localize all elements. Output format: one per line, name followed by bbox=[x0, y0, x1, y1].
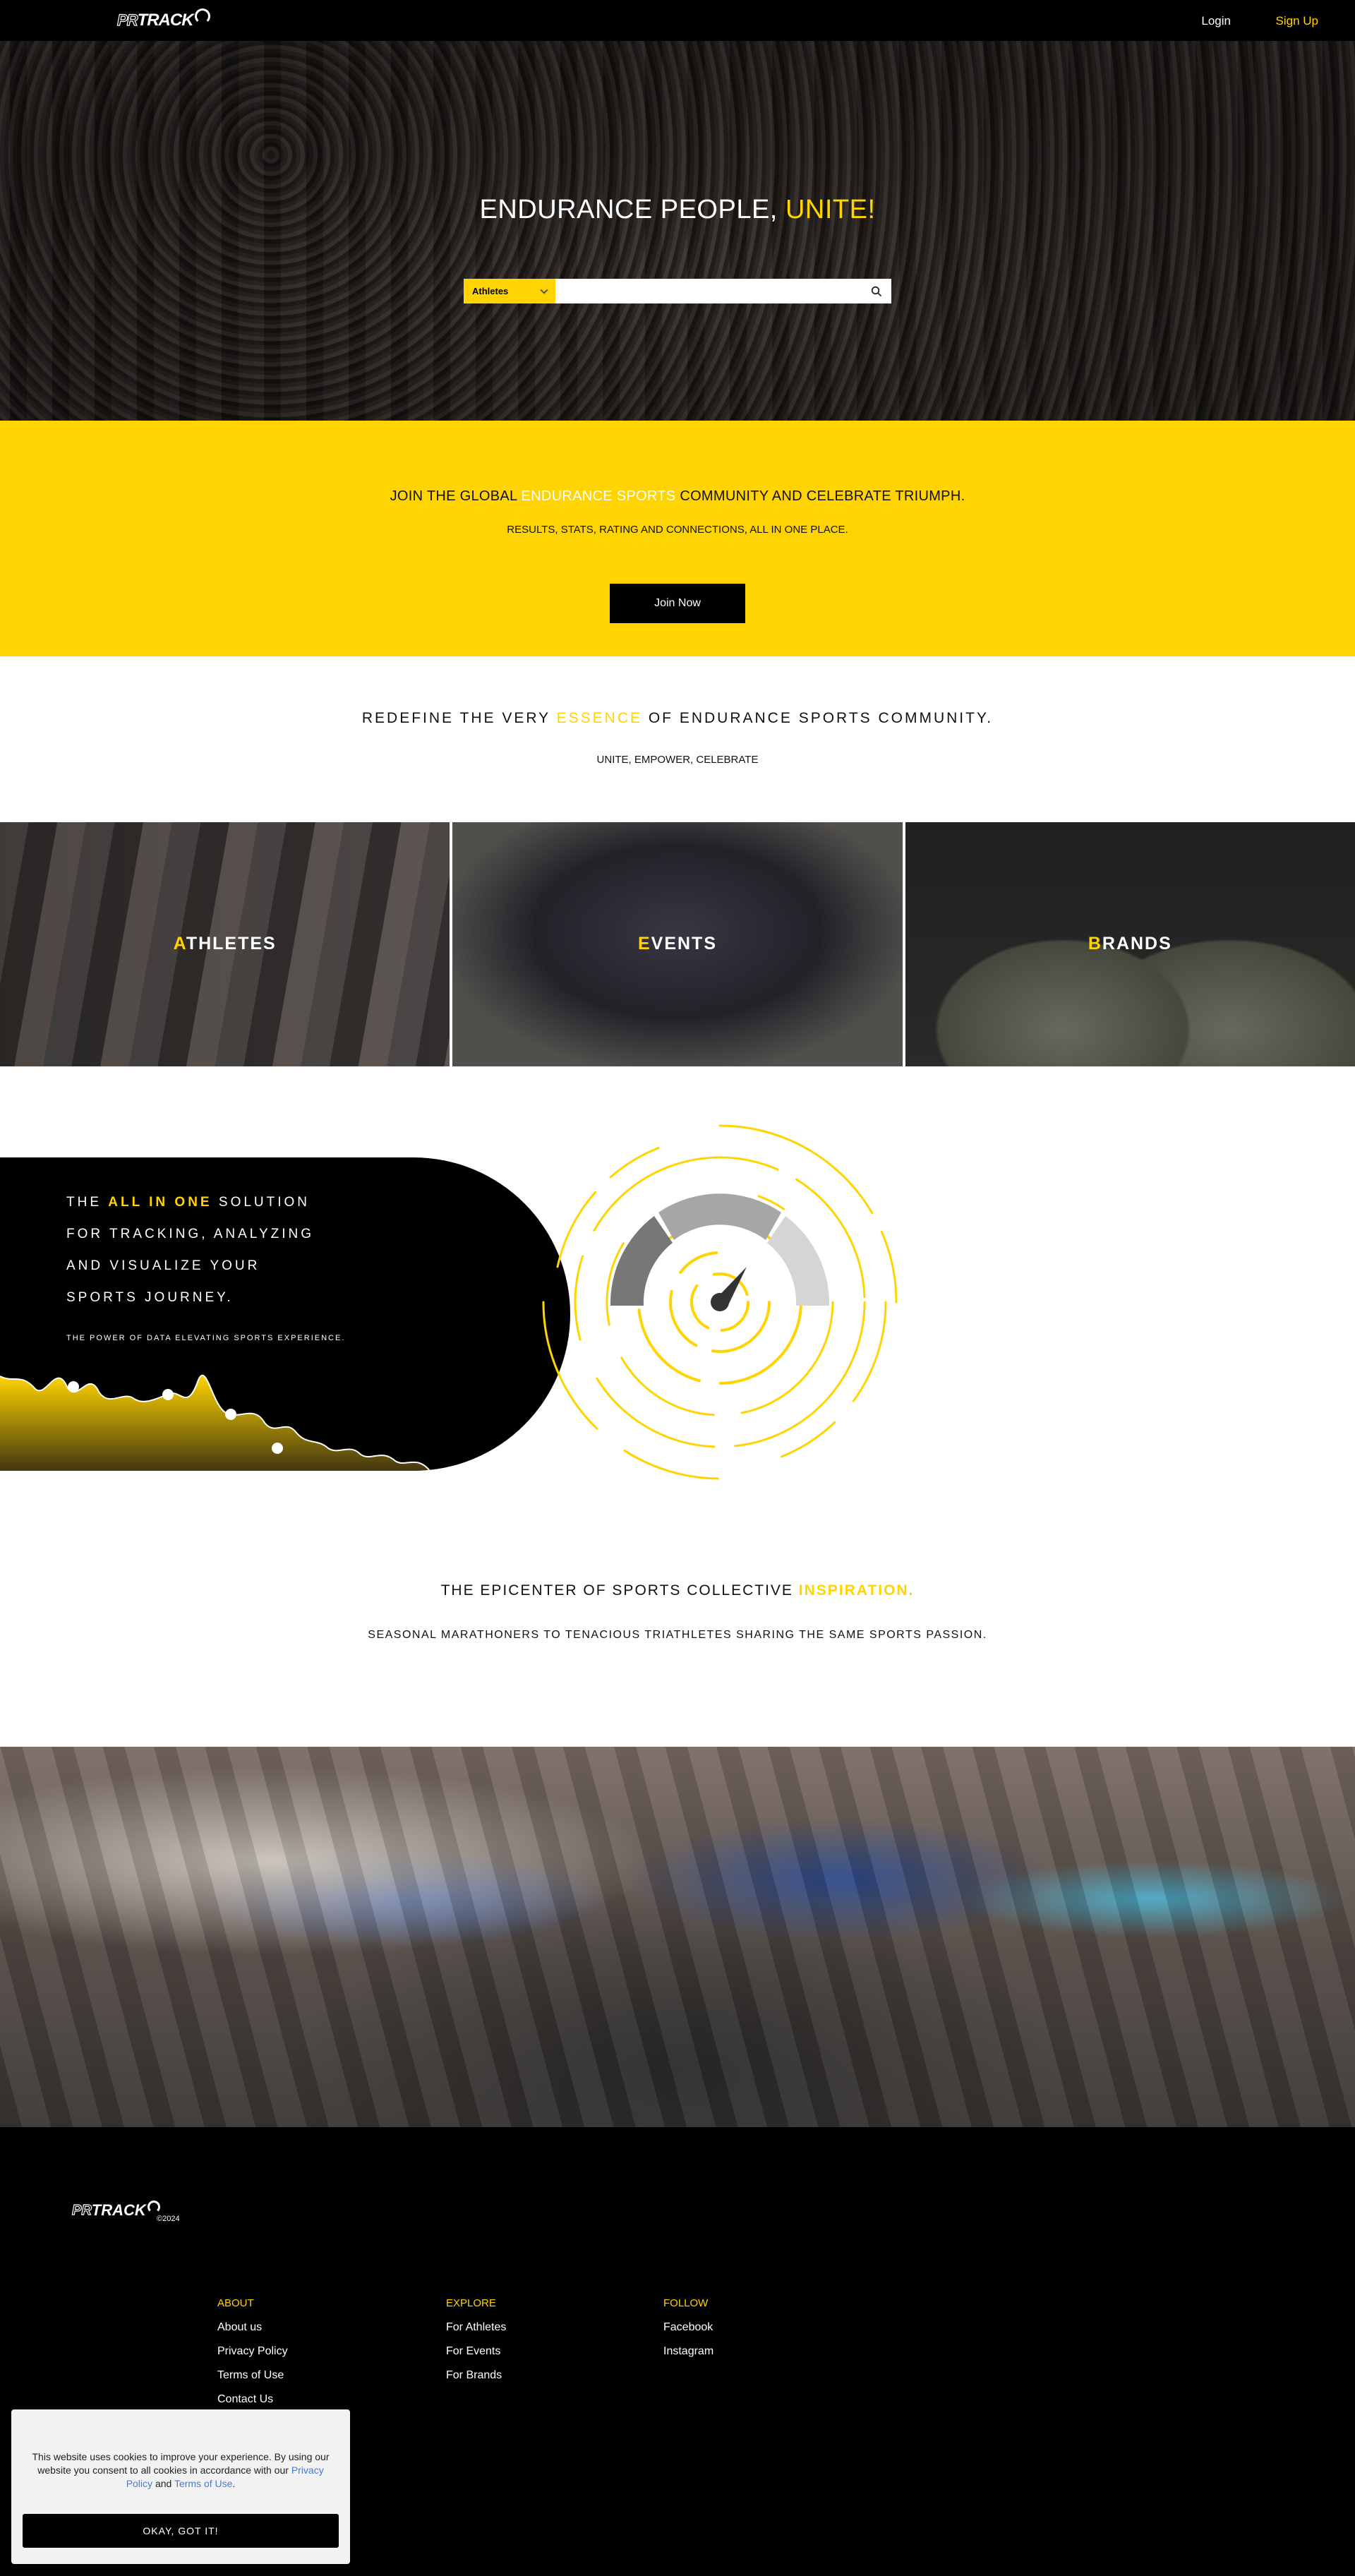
footer-heading-explore: EXPLORE bbox=[446, 2297, 496, 2309]
aio-line-1: THE ALL IN ONE SOLUTION bbox=[66, 1195, 310, 1210]
join-title: JOIN THE GLOBAL ENDURANCE SPORTS COMMUNI… bbox=[0, 488, 1355, 505]
search-input[interactable] bbox=[555, 279, 862, 303]
hero-section: ENDURANCE PEOPLE, UNITE! Athletes bbox=[0, 41, 1355, 421]
footer-logo-pr: PR bbox=[71, 2202, 92, 2218]
footer-link-about-us[interactable]: About us bbox=[217, 2321, 288, 2334]
footer-copyright: ©2024 bbox=[157, 2215, 180, 2223]
join-title-highlight: ENDURANCE SPORTS bbox=[521, 488, 676, 504]
redefine-subtitle: UNITE, EMPOWER, CELEBRATE bbox=[596, 754, 759, 766]
footer-link-for-brands[interactable]: For Brands bbox=[446, 2369, 506, 2382]
join-title-after: COMMUNITY AND CELEBRATE TRIUMPH. bbox=[680, 488, 965, 504]
footer-col-explore: EXPLORE For Athletes For Events For Bran… bbox=[446, 2297, 506, 2393]
footer-col-follow: FOLLOW Facebook Instagram bbox=[663, 2297, 713, 2369]
search-button[interactable] bbox=[862, 279, 891, 303]
cookie-text: This website uses cookies to improve you… bbox=[31, 2450, 330, 2491]
cookie-terms-link[interactable]: Terms of Use bbox=[174, 2478, 232, 2489]
aio-line-2: FOR TRACKING, ANALYZING bbox=[66, 1227, 315, 1241]
signup-link[interactable]: Sign Up bbox=[1276, 14, 1318, 28]
card-label-initial: B bbox=[1088, 934, 1102, 953]
footer-link-privacy-policy[interactable]: Privacy Policy bbox=[217, 2345, 288, 2358]
brands-card[interactable]: BRANDS bbox=[905, 822, 1355, 1066]
speedometer-icon bbox=[147, 2201, 160, 2213]
events-card[interactable]: EVENTS bbox=[452, 822, 903, 1066]
search-category-select[interactable]: Athletes bbox=[464, 279, 555, 303]
footer-col-about: ABOUT About us Privacy Policy Terms of U… bbox=[217, 2297, 288, 2417]
aio-line-3: AND VISUALIZE YOUR bbox=[66, 1258, 260, 1273]
cookie-end: . bbox=[232, 2478, 236, 2489]
redefine-title-highlight: ESSENCE bbox=[556, 710, 642, 726]
cookie-accept-button[interactable]: OKAY, GOT IT! bbox=[23, 2514, 339, 2548]
cookie-and: and bbox=[155, 2478, 172, 2489]
footer-link-instagram[interactable]: Instagram bbox=[663, 2345, 713, 2358]
login-link[interactable]: Login bbox=[1201, 14, 1231, 28]
hero-title-main: ENDURANCE PEOPLE, bbox=[479, 195, 778, 224]
card-label-rest: VENTS bbox=[651, 934, 718, 953]
footer-link-contact-us[interactable]: Contact Us bbox=[217, 2393, 288, 2406]
footer-logo-track: TRACK bbox=[91, 2201, 146, 2219]
hero-search-bar: Athletes bbox=[464, 279, 891, 303]
brand-logo[interactable]: PR TRACK bbox=[116, 8, 210, 32]
data-wave-graphic bbox=[0, 1374, 431, 1471]
redefine-title-before: REDEFINE THE VERY bbox=[361, 710, 550, 726]
epicenter-title-before: THE EPICENTER OF SPORTS COLLECTIVE bbox=[440, 1582, 793, 1599]
athletes-card-label: ATHLETES bbox=[0, 934, 450, 954]
footer-link-for-athletes[interactable]: For Athletes bbox=[446, 2321, 506, 2334]
epicenter-title: THE EPICENTER OF SPORTS COLLECTIVE INSPI… bbox=[0, 1582, 1355, 1599]
footer-link-for-events[interactable]: For Events bbox=[446, 2345, 506, 2358]
footer-link-facebook[interactable]: Facebook bbox=[663, 2321, 713, 2334]
logo-track: TRACK bbox=[137, 11, 194, 30]
aio-line-4: SPORTS JOURNEY. bbox=[66, 1290, 234, 1305]
search-icon bbox=[871, 286, 882, 296]
footer-heading-follow: FOLLOW bbox=[663, 2297, 709, 2309]
all-in-one-panel: THE ALL IN ONE SOLUTION FOR TRACKING, AN… bbox=[0, 1157, 570, 1471]
join-section: JOIN THE GLOBAL ENDURANCE SPORTS COMMUNI… bbox=[0, 421, 1355, 656]
category-cards: ATHLETES EVENTS BRANDS bbox=[0, 822, 1355, 1066]
hero-title-accent: UNITE! bbox=[785, 195, 876, 224]
cookie-consent-banner: This website uses cookies to improve you… bbox=[11, 2409, 350, 2564]
aio-line-1-after: SOLUTION bbox=[218, 1195, 311, 1210]
epicenter-title-highlight: INSPIRATION. bbox=[798, 1582, 915, 1599]
redefine-title-after: OF ENDURANCE SPORTS COMMUNITY. bbox=[648, 710, 994, 726]
top-navbar: PR TRACK Login Sign Up bbox=[0, 0, 1355, 41]
card-label-rest: THLETES bbox=[186, 934, 277, 953]
footer-logo[interactable]: PR TRACK bbox=[71, 2201, 160, 2220]
cyclists-banner-image bbox=[0, 1747, 1355, 2127]
join-subtitle: RESULTS, STATS, RATING AND CONNECTIONS, … bbox=[507, 524, 848, 536]
chevron-down-icon bbox=[540, 285, 548, 294]
footer-link-terms-of-use[interactable]: Terms of Use bbox=[217, 2369, 288, 2382]
epicenter-subtitle: SEASONAL MARATHONERS TO TENACIOUS TRIATH… bbox=[368, 1629, 987, 1641]
join-title-before: JOIN THE GLOBAL bbox=[390, 488, 517, 504]
aio-subtitle: THE POWER OF DATA ELEVATING SPORTS EXPER… bbox=[66, 1334, 346, 1342]
speedometer-icon bbox=[194, 8, 210, 24]
speedometer-graphic bbox=[542, 1124, 898, 1480]
search-category-value: Athletes bbox=[472, 286, 509, 296]
hero-title: ENDURANCE PEOPLE, UNITE! bbox=[0, 195, 1355, 225]
athletes-card[interactable]: ATHLETES bbox=[0, 822, 450, 1066]
join-now-button[interactable]: Join Now bbox=[610, 584, 745, 623]
aio-line-1-highlight: ALL IN ONE bbox=[108, 1195, 212, 1210]
brands-card-label: BRANDS bbox=[905, 934, 1355, 954]
cookie-message: This website uses cookies to improve you… bbox=[32, 2451, 330, 2476]
card-label-rest: RANDS bbox=[1102, 934, 1172, 953]
card-label-initial: A bbox=[173, 934, 186, 953]
events-card-label: EVENTS bbox=[452, 934, 902, 954]
footer-heading-about: ABOUT bbox=[217, 2297, 254, 2309]
logo-pr: PR bbox=[116, 11, 138, 29]
card-label-initial: E bbox=[637, 934, 651, 953]
redefine-title: REDEFINE THE VERY ESSENCE OF ENDURANCE S… bbox=[0, 710, 1355, 727]
aio-line-1-before: THE bbox=[66, 1195, 102, 1210]
